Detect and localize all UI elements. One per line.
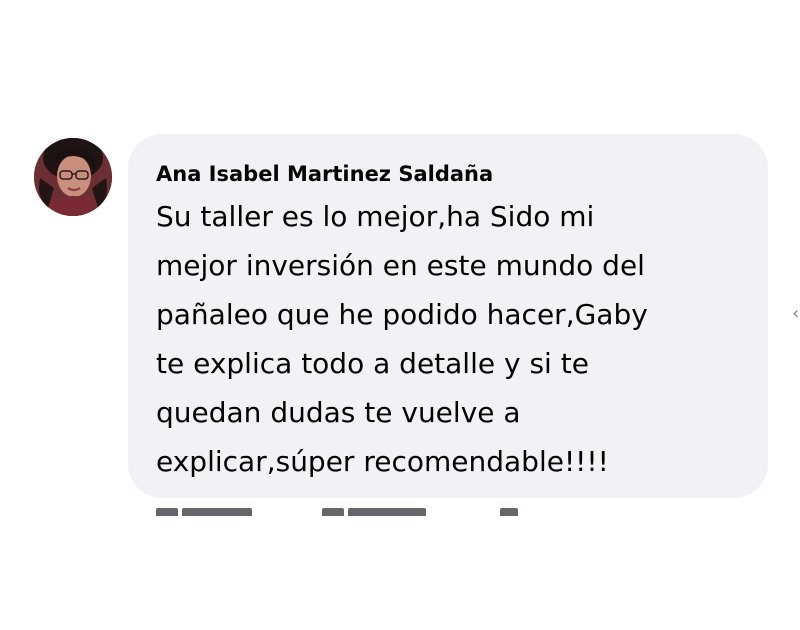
- comment-text-line: quedan dudas te vuelve a: [156, 396, 521, 429]
- comment-text-line: pañaleo que he podido hacer,Gaby: [156, 298, 648, 331]
- comment-actions-cropped[interactable]: [156, 508, 576, 516]
- comment-bubble: Ana Isabel Martinez Saldaña Su taller es…: [128, 134, 768, 498]
- action-share-cropped[interactable]: [500, 508, 518, 516]
- action-like-cropped[interactable]: [156, 508, 178, 516]
- comment-text-line: Su taller es lo mejor,ha Sido mi: [156, 200, 595, 233]
- action-reply-cropped-rest[interactable]: [348, 508, 426, 516]
- comment-text-line: explicar,súper recomendable!!!!: [156, 445, 609, 478]
- comment-text-line: mejor inversión en este mundo del: [156, 249, 645, 282]
- avatar[interactable]: [34, 138, 112, 216]
- avatar-image: [34, 138, 112, 216]
- comment-text-line: te explica todo a detalle y si te: [156, 347, 589, 380]
- comment-author[interactable]: Ana Isabel Martinez Saldaña: [156, 156, 744, 192]
- action-reply-cropped[interactable]: [322, 508, 344, 516]
- chevron-left-icon[interactable]: ‹: [792, 304, 799, 324]
- action-like-cropped-rest[interactable]: [182, 508, 252, 516]
- comment-text: Su taller es lo mejor,ha Sido mi mejor i…: [156, 192, 744, 486]
